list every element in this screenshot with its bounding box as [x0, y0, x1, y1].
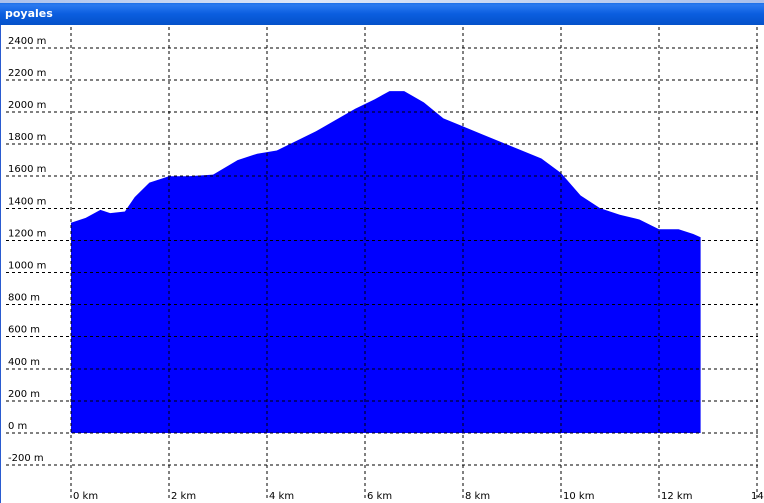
y-tick-label: 800 m	[8, 293, 40, 304]
y-tick-label: 1400 m	[8, 196, 46, 207]
x-tick-label: 8 km	[465, 491, 490, 502]
y-tick-label: 2400 m	[8, 36, 46, 47]
elevation-area	[71, 91, 701, 433]
elevation-profile-chart: 2400 m 2200 m 2000 m 1800 m 1600 m 1400 m 1200…	[6, 27, 764, 502]
y-tick-label: -200 m	[8, 453, 44, 464]
y-tick-label: 2000 m	[8, 100, 46, 111]
x-tick-label: 0 km	[73, 491, 98, 502]
window-titlebar[interactable]: poyales	[0, 0, 764, 25]
y-tick-label: 2200 m	[8, 68, 46, 79]
chart-panel: 2400 m 2200 m 2000 m 1800 m 1600 m 1400 m 1200…	[0, 25, 764, 503]
x-tick-label: 10 km	[563, 491, 594, 502]
y-tick-label: 1800 m	[8, 132, 46, 143]
y-tick-label: 200 m	[8, 389, 40, 400]
x-tick-label: 14	[751, 491, 764, 502]
y-tick-label: 1000 m	[8, 261, 46, 272]
x-tick-label: 4 km	[269, 491, 294, 502]
window-title: poyales	[5, 7, 53, 20]
x-tick-label: 2 km	[171, 491, 196, 502]
x-tick-label: 12 km	[661, 491, 692, 502]
x-tick-label: 6 km	[367, 491, 392, 502]
titlebar-top-strip	[0, 0, 764, 3]
y-tick-label: 0 m	[8, 421, 27, 432]
y-tick-label: 600 m	[8, 325, 40, 336]
y-tick-label: 1600 m	[8, 164, 46, 175]
y-tick-label: 1200 m	[8, 228, 46, 239]
y-tick-label: 400 m	[8, 357, 40, 368]
